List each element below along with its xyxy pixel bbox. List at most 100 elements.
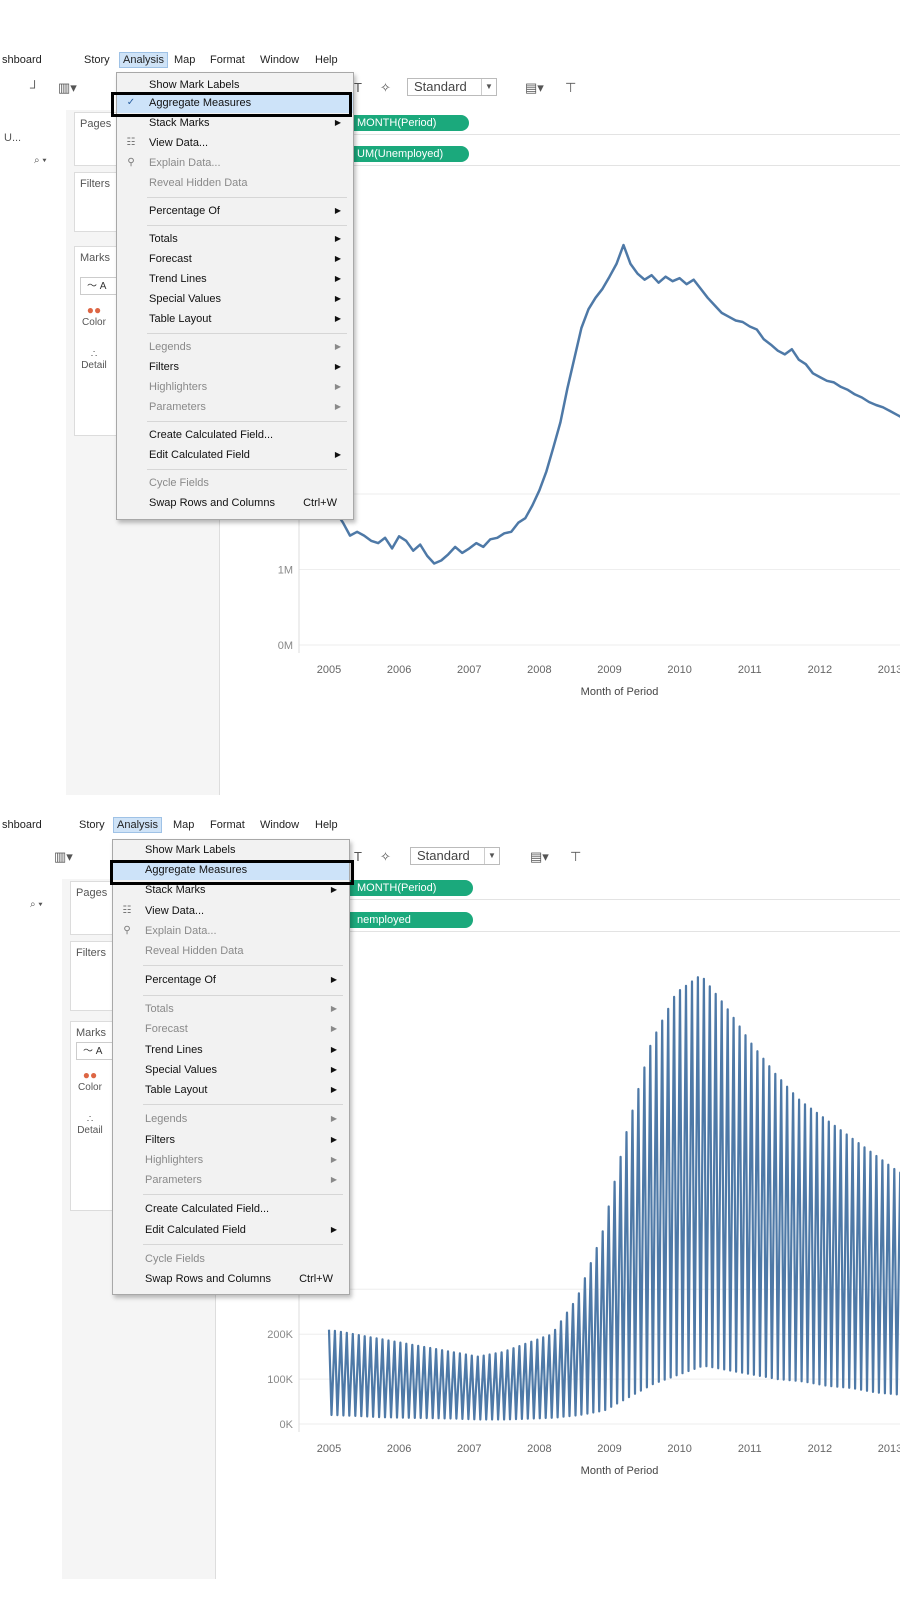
menu-item-reveal-hidden-data[interactable]: Reveal Hidden Data bbox=[113, 941, 349, 961]
menu-item-parameters[interactable]: Parameters ▶ bbox=[113, 1170, 349, 1190]
menu-item-parameters[interactable]: Parameters ▶ bbox=[117, 397, 353, 417]
columns-shelf: MONTH(Period) bbox=[345, 112, 900, 135]
marks-card-title: Marks bbox=[80, 252, 110, 264]
fit-select[interactable]: Standard ▼ bbox=[410, 847, 500, 865]
color-button[interactable]: ●● Color bbox=[79, 303, 109, 328]
presentation-icon[interactable]: ⊤ bbox=[570, 849, 581, 865]
menu-item-view-data[interactable]: ☷ View Data... bbox=[113, 901, 349, 921]
menu-item-label: View Data... bbox=[149, 137, 209, 149]
menu-item-view-data[interactable]: ☷ View Data... bbox=[117, 133, 353, 153]
detail-button[interactable]: ∴ Detail bbox=[75, 1114, 105, 1136]
menu-item-filters[interactable]: Filters ▶ bbox=[117, 357, 353, 377]
menu-item-percentage-of[interactable]: Percentage Of ▶ bbox=[117, 201, 353, 221]
menu-separator bbox=[143, 1104, 343, 1105]
pin-icon[interactable]: ✧ bbox=[380, 80, 391, 96]
menu-window[interactable]: Window bbox=[260, 819, 299, 831]
menu-item-explain-data[interactable]: ⚲ Explain Data... bbox=[117, 153, 353, 173]
new-worksheet-icon[interactable]: ▥▾ bbox=[58, 80, 77, 96]
toolbar-divider-icon: ┘ bbox=[30, 80, 40, 95]
rows-shelf: nemployed bbox=[345, 909, 900, 932]
menu-dashboard[interactable]: shboard bbox=[2, 54, 42, 66]
menu-item-explain-data[interactable]: ⚲ Explain Data... bbox=[113, 921, 349, 941]
x-tick-label: 2008 bbox=[527, 664, 551, 676]
label-icon[interactable]: T bbox=[354, 849, 362, 864]
menu-map[interactable]: Map bbox=[174, 54, 195, 66]
menu-separator bbox=[147, 197, 347, 198]
menu-format[interactable]: Format bbox=[210, 819, 245, 831]
search-icon[interactable]: ⌕ ▾ bbox=[30, 899, 43, 910]
chevron-right-icon: ▶ bbox=[334, 362, 341, 371]
x-tick-label: 2010 bbox=[667, 1443, 691, 1455]
menu-help[interactable]: Help bbox=[315, 54, 338, 66]
color-button[interactable]: ●● Color bbox=[75, 1068, 105, 1093]
menu-item-create-calculated-field[interactable]: Create Calculated Field... bbox=[117, 425, 353, 445]
menu-item-edit-calculated-field[interactable]: Edit Calculated Field ▶ bbox=[117, 445, 353, 465]
menu-item-edit-calculated-field[interactable]: Edit Calculated Field ▶ bbox=[113, 1220, 349, 1240]
menu-story[interactable]: Story bbox=[79, 819, 105, 831]
menu-item-label: Highlighters bbox=[149, 381, 208, 393]
menu-item-swap-rows-and-columns[interactable]: Swap Rows and Columns Ctrl+W bbox=[117, 493, 353, 513]
screenshot-panel-aggregated: shboard Story Analysis Map Format Window… bbox=[0, 30, 900, 820]
filters-card-title: Filters bbox=[76, 947, 106, 959]
menu-item-totals[interactable]: Totals ▶ bbox=[113, 999, 349, 1019]
menu-story[interactable]: Story bbox=[84, 54, 110, 66]
mark-type-select[interactable]: 〜 A bbox=[80, 277, 120, 295]
menu-item-legends[interactable]: Legends ▶ bbox=[113, 1109, 349, 1129]
chevron-down-icon: ▼ bbox=[481, 79, 496, 95]
menu-item-highlighters[interactable]: Highlighters ▶ bbox=[113, 1150, 349, 1170]
detail-button[interactable]: ∴ Detail bbox=[79, 349, 109, 371]
chevron-right-icon: ▶ bbox=[330, 1155, 337, 1164]
columns-pill[interactable]: MONTH(Period) bbox=[345, 880, 473, 896]
columns-shelf: MONTH(Period) bbox=[345, 877, 900, 900]
menu-analysis[interactable]: Analysis bbox=[113, 817, 162, 833]
presentation-icon[interactable]: ⊤ bbox=[565, 80, 576, 96]
rows-pill[interactable]: nemployed bbox=[345, 912, 473, 928]
menu-item-forecast[interactable]: Forecast ▶ bbox=[117, 249, 353, 269]
mark-type-select[interactable]: 〜 A bbox=[76, 1042, 116, 1060]
menu-item-label: Swap Rows and Columns bbox=[145, 1273, 271, 1285]
chevron-right-icon: ▶ bbox=[334, 342, 341, 351]
menu-item-special-values[interactable]: Special Values ▶ bbox=[113, 1060, 349, 1080]
menu-item-trend-lines[interactable]: Trend Lines ▶ bbox=[113, 1040, 349, 1060]
menu-item-totals[interactable]: Totals ▶ bbox=[117, 229, 353, 249]
menu-item-label: Swap Rows and Columns bbox=[149, 497, 275, 509]
menu-dashboard[interactable]: shboard bbox=[2, 819, 42, 831]
rows-pill[interactable]: UM(Unemployed) bbox=[345, 146, 469, 162]
menu-item-cycle-fields[interactable]: Cycle Fields bbox=[117, 473, 353, 493]
chevron-right-icon: ▶ bbox=[334, 254, 341, 263]
menu-item-label: Parameters bbox=[149, 401, 206, 413]
menu-window[interactable]: Window bbox=[260, 54, 299, 66]
columns-pill[interactable]: MONTH(Period) bbox=[345, 115, 469, 131]
color-icon: ●● bbox=[86, 303, 102, 317]
data-pane: ⌕ ▾ bbox=[0, 879, 67, 1579]
show-me-icon[interactable]: ▤▾ bbox=[525, 80, 544, 96]
pin-icon[interactable]: ✧ bbox=[380, 849, 391, 865]
shortcut-label: Ctrl+W bbox=[299, 1273, 333, 1285]
menu-item-table-layout[interactable]: Table Layout ▶ bbox=[113, 1080, 349, 1100]
menu-item-label: Reveal Hidden Data bbox=[149, 177, 248, 189]
show-me-icon[interactable]: ▤▾ bbox=[530, 849, 549, 865]
menu-item-table-layout[interactable]: Table Layout ▶ bbox=[117, 309, 353, 329]
menu-item-percentage-of[interactable]: Percentage Of ▶ bbox=[113, 970, 349, 990]
menu-item-create-calculated-field[interactable]: Create Calculated Field... bbox=[113, 1199, 349, 1219]
new-worksheet-icon[interactable]: ▥▾ bbox=[54, 849, 73, 865]
menu-analysis[interactable]: Analysis bbox=[119, 52, 168, 68]
detail-icon: ∴ bbox=[90, 349, 98, 360]
fit-select[interactable]: Standard ▼ bbox=[407, 78, 497, 96]
search-icon[interactable]: ⌕ ▾ bbox=[34, 155, 47, 166]
menu-item-special-values[interactable]: Special Values ▶ bbox=[117, 289, 353, 309]
menu-item-swap-rows-and-columns[interactable]: Swap Rows and Columns Ctrl+W bbox=[113, 1269, 349, 1289]
menu-map[interactable]: Map bbox=[173, 819, 194, 831]
menu-format[interactable]: Format bbox=[210, 54, 245, 66]
menu-item-cycle-fields[interactable]: Cycle Fields bbox=[113, 1249, 349, 1269]
menu-item-forecast[interactable]: Forecast ▶ bbox=[113, 1019, 349, 1039]
menu-help[interactable]: Help bbox=[315, 819, 338, 831]
menu-item-reveal-hidden-data[interactable]: Reveal Hidden Data bbox=[117, 173, 353, 193]
menu-item-show-mark-labels[interactable]: Show Mark Labels bbox=[113, 840, 349, 860]
menu-item-legends[interactable]: Legends ▶ bbox=[117, 337, 353, 357]
menu-item-trend-lines[interactable]: Trend Lines ▶ bbox=[117, 269, 353, 289]
menu-item-filters[interactable]: Filters ▶ bbox=[113, 1130, 349, 1150]
menu-item-highlighters[interactable]: Highlighters ▶ bbox=[117, 377, 353, 397]
menu-item-label: Filters bbox=[145, 1134, 175, 1146]
label-icon[interactable]: T bbox=[354, 80, 362, 95]
